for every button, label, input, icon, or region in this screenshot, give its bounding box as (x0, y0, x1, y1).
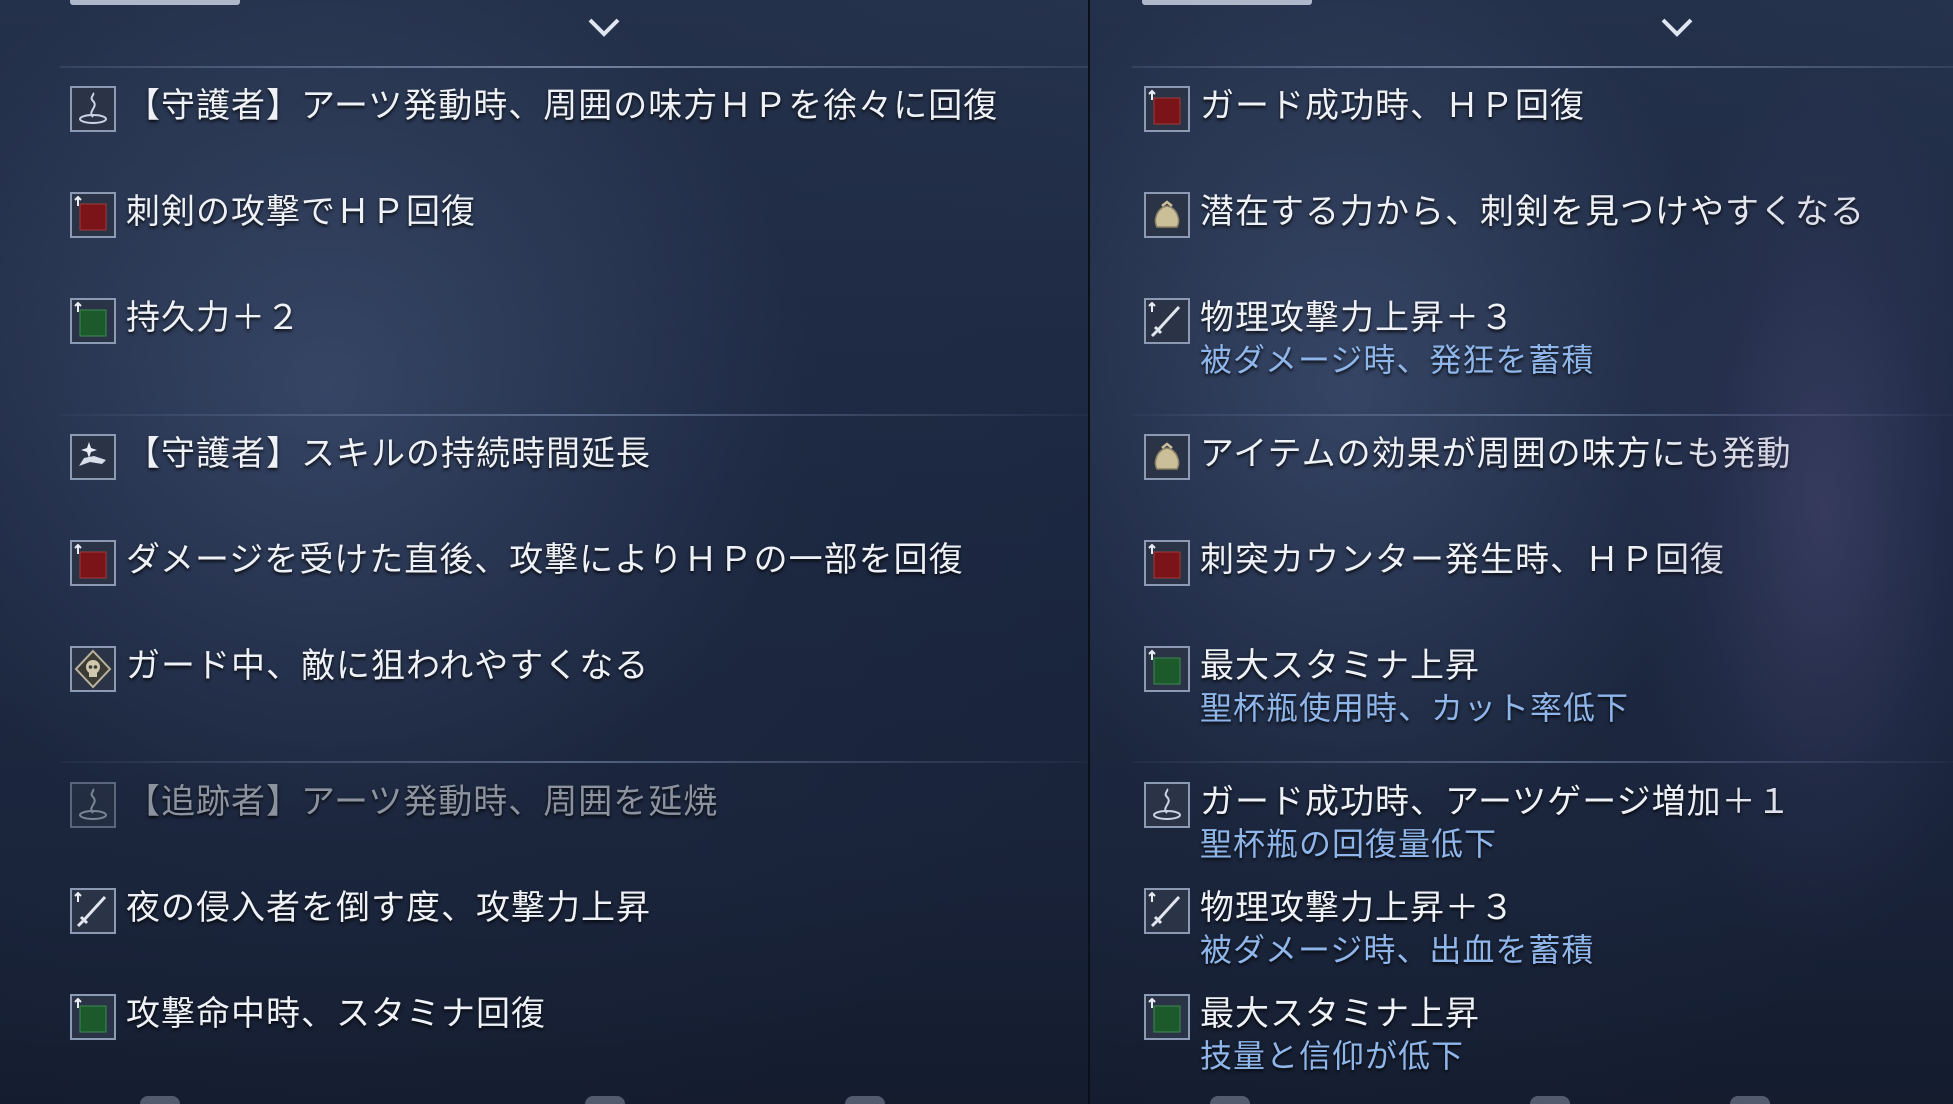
effect-text: ダメージを受けた直後、攻撃によりＨＰの一部を回復 (126, 540, 964, 580)
page-indicator (845, 1096, 885, 1104)
effect-text: 刺突カウンター発生時、ＨＰ回復 (1200, 540, 1725, 580)
effect-item[interactable]: ガード中、敵に狙われやすくなる (68, 646, 1078, 702)
effect-text: 攻撃命中時、スタミナ回復 (126, 994, 546, 1034)
skull-diamond-icon (70, 646, 116, 692)
green-square-icon (1144, 994, 1190, 1040)
page-indicator (140, 1096, 180, 1104)
effect-text: 【守護者】アーツ発動時、周囲の味方ＨＰを徐々に回復 (126, 86, 999, 126)
effect-item[interactable]: ガード成功時、ＨＰ回復 (1142, 86, 1943, 142)
green-square-icon (70, 994, 116, 1040)
effect-text: 【守護者】スキルの持続時間延長 (126, 434, 651, 474)
page-indicator (1730, 1096, 1770, 1104)
effect-text: 刺剣の攻撃でＨＰ回復 (126, 192, 476, 232)
fountain-icon (1144, 782, 1190, 828)
sword-icon (1144, 298, 1190, 344)
effect-item[interactable]: 【守護者】アーツ発動時、周囲の味方ＨＰを徐々に回復 (68, 86, 1078, 142)
divider (1132, 66, 1953, 68)
effect-text: 物理攻撃力上昇＋３ (1200, 888, 1515, 928)
effect-subtext: 被ダメージ時、出血を蓄積 (1200, 931, 1595, 969)
red-square-icon (70, 192, 116, 238)
effect-subtext: 聖杯瓶の回復量低下 (1200, 825, 1498, 863)
sword-icon (1144, 888, 1190, 934)
effect-item[interactable]: 攻撃命中時、スタミナ回復 (68, 994, 1078, 1050)
effect-text: ガード成功時、ＨＰ回復 (1200, 86, 1585, 126)
green-square-icon (1144, 646, 1190, 692)
green-square-icon (70, 298, 116, 344)
chevron-down-icon[interactable] (587, 14, 621, 40)
effect-subtext: 聖杯瓶使用時、カット率低下 (1200, 689, 1630, 727)
effect-item[interactable]: 持久力＋２ (68, 298, 1078, 354)
effect-text: 最大スタミナ上昇 (1200, 646, 1480, 686)
pouch-icon (1144, 192, 1190, 238)
effect-item[interactable]: 夜の侵入者を倒す度、攻撃力上昇 (68, 888, 1078, 944)
page-indicator (1210, 1096, 1250, 1104)
divider (1132, 761, 1953, 763)
effect-item[interactable]: 【追跡者】アーツ発動時、周囲を延焼 (68, 782, 1078, 838)
effect-item[interactable]: 【守護者】スキルの持続時間延長 (68, 434, 1078, 490)
right-panel: ガード成功時、ＨＰ回復 潜在する力から、刺剣を見つけやすくなる 物理攻撃力上昇＋… (1090, 0, 1953, 1104)
effect-item[interactable]: 潜在する力から、刺剣を見つけやすくなる (1142, 192, 1943, 248)
effect-text: 持久力＋２ (126, 298, 301, 338)
sword-icon (70, 888, 116, 934)
effect-item[interactable]: アイテムの効果が周囲の味方にも発動 (1142, 434, 1943, 490)
effect-item[interactable]: 物理攻撃力上昇＋３ 被ダメージ時、発狂を蓄積 (1142, 298, 1943, 379)
effect-item[interactable]: 最大スタミナ上昇 技量と信仰が低下 (1142, 994, 1943, 1075)
hand-sparkle-icon (70, 434, 116, 480)
effect-item[interactable]: 刺突カウンター発生時、ＨＰ回復 (1142, 540, 1943, 596)
effect-item[interactable]: ガード成功時、アーツゲージ増加＋１ 聖杯瓶の回復量低下 (1142, 782, 1943, 863)
red-square-icon (1144, 540, 1190, 586)
effect-item[interactable]: 刺剣の攻撃でＨＰ回復 (68, 192, 1078, 248)
tab-indicator[interactable] (70, 0, 240, 5)
effect-text: ガード成功時、アーツゲージ増加＋１ (1200, 782, 1792, 822)
pouch-icon (1144, 434, 1190, 480)
effect-text: 最大スタミナ上昇 (1200, 994, 1480, 1034)
effect-item[interactable]: 最大スタミナ上昇 聖杯瓶使用時、カット率低下 (1142, 646, 1943, 727)
red-square-icon (1144, 86, 1190, 132)
divider (60, 761, 1088, 763)
effect-text: ガード中、敵に狙われやすくなる (126, 646, 650, 686)
effect-text: アイテムの効果が周囲の味方にも発動 (1200, 434, 1792, 474)
red-square-icon (70, 540, 116, 586)
effect-text: 【追跡者】アーツ発動時、周囲を延焼 (126, 782, 719, 822)
chevron-down-icon[interactable] (1660, 14, 1694, 40)
divider (1132, 414, 1953, 416)
divider (60, 66, 1088, 68)
page-indicator (585, 1096, 625, 1104)
page-indicator (1530, 1096, 1570, 1104)
effect-text: 夜の侵入者を倒す度、攻撃力上昇 (126, 888, 651, 928)
effect-item[interactable]: ダメージを受けた直後、攻撃によりＨＰの一部を回復 (68, 540, 1078, 596)
tab-indicator[interactable] (1142, 0, 1312, 5)
divider (60, 414, 1088, 416)
left-panel: 【守護者】アーツ発動時、周囲の味方ＨＰを徐々に回復 刺剣の攻撃でＨＰ回復 持久力… (0, 0, 1088, 1104)
effect-subtext: 被ダメージ時、発狂を蓄積 (1200, 341, 1595, 379)
effect-item[interactable]: 物理攻撃力上昇＋３ 被ダメージ時、出血を蓄積 (1142, 888, 1943, 969)
effect-subtext: 技量と信仰が低下 (1200, 1037, 1465, 1075)
effect-text: 潜在する力から、刺剣を見つけやすくなる (1200, 192, 1865, 232)
effect-text: 物理攻撃力上昇＋３ (1200, 298, 1515, 338)
fountain-icon (70, 86, 116, 132)
fountain-icon (70, 782, 116, 828)
